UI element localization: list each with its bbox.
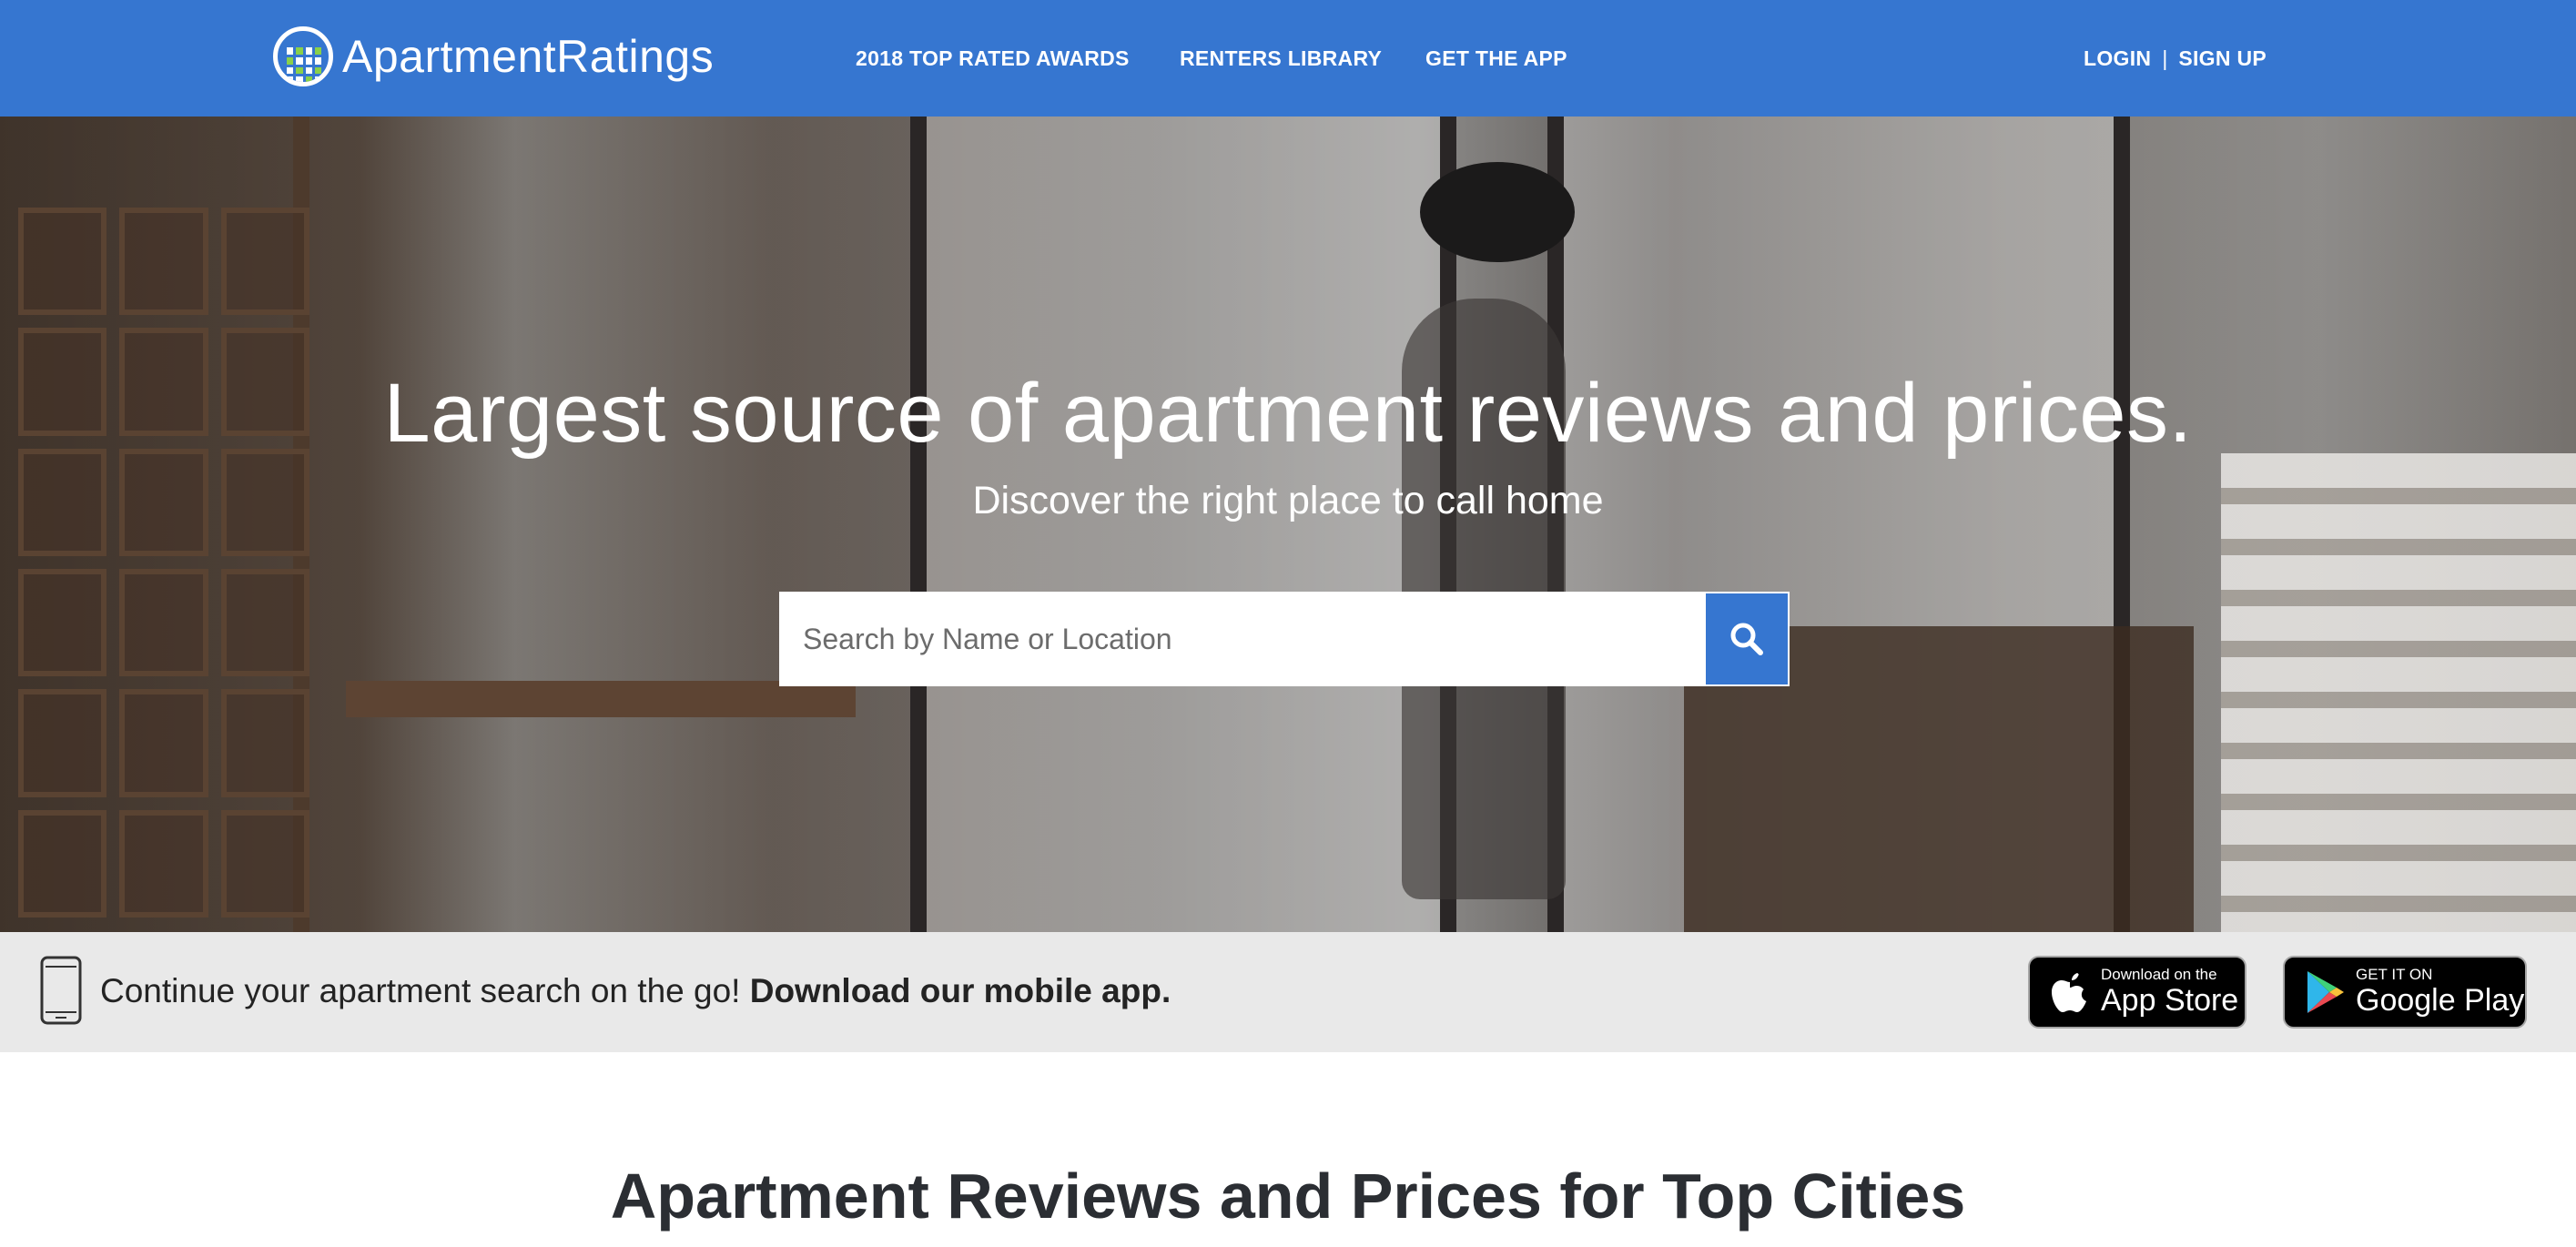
app-promo-text: Continue your apartment search on the go… bbox=[100, 972, 1171, 1010]
hero-subtitle: Discover the right place to call home bbox=[972, 479, 1604, 522]
nav-link-renters-library[interactable]: RENTERS LIBRARY bbox=[1180, 46, 1382, 71]
app-promo-regular: Continue your apartment search on the go… bbox=[100, 972, 741, 1009]
hero-photo-shelf bbox=[0, 117, 309, 932]
google-play-icon bbox=[2299, 967, 2350, 1018]
google-play-button[interactable]: GET IT ON Google Play bbox=[2283, 956, 2527, 1029]
nav-link-awards[interactable]: 2018 TOP RATED AWARDS bbox=[856, 46, 1130, 71]
auth-links: LOGIN | SIGN UP bbox=[2084, 0, 2267, 117]
hero-title: Largest source of apartment reviews and … bbox=[383, 367, 2193, 460]
login-link[interactable]: LOGIN bbox=[2084, 46, 2151, 71]
nav-item-library: RENTERS LIBRARY bbox=[1180, 0, 1382, 117]
logo-text: ApartmentRatings bbox=[342, 31, 715, 82]
site-header: ApartmentRatings 2018 TOP RATED AWARDS R… bbox=[0, 0, 2576, 117]
google-play-big-label: Google Play bbox=[2356, 983, 2525, 1018]
nav-item-awards: 2018 TOP RATED AWARDS bbox=[856, 0, 1130, 117]
google-play-small-label: GET IT ON bbox=[2356, 966, 2433, 983]
logo[interactable]: ApartmentRatings bbox=[273, 20, 714, 93]
apple-icon bbox=[2044, 967, 2095, 1018]
search-icon bbox=[1730, 623, 1763, 655]
building-logo-icon bbox=[273, 26, 333, 86]
auth-separator: | bbox=[2162, 46, 2168, 70]
hero-photo-desk bbox=[346, 681, 856, 717]
top-cities-heading: Apartment Reviews and Prices for Top Cit… bbox=[610, 1161, 1966, 1232]
mobile-phone-icon bbox=[40, 956, 82, 1025]
search-input[interactable] bbox=[779, 592, 1704, 686]
search-bar bbox=[779, 592, 1790, 686]
signup-link[interactable]: SIGN UP bbox=[2178, 46, 2267, 71]
nav-item-get-app: GET THE APP bbox=[1425, 0, 1567, 117]
app-store-small-label: Download on the bbox=[2101, 966, 2217, 983]
search-button[interactable] bbox=[1704, 592, 1790, 686]
hero-photo-hat bbox=[1420, 162, 1575, 262]
app-promo-bold[interactable]: Download our mobile app. bbox=[750, 972, 1171, 1009]
hero-photo-window bbox=[910, 117, 1456, 932]
hero-photo-radiator bbox=[2221, 453, 2576, 932]
app-store-button[interactable]: Download on the App Store bbox=[2028, 956, 2246, 1029]
hero-banner: Largest source of apartment reviews and … bbox=[0, 117, 2576, 932]
nav-link-get-the-app[interactable]: GET THE APP bbox=[1425, 46, 1567, 71]
mobile-app-banner: Continue your apartment search on the go… bbox=[0, 932, 2576, 1052]
app-store-big-label: App Store bbox=[2101, 983, 2239, 1018]
